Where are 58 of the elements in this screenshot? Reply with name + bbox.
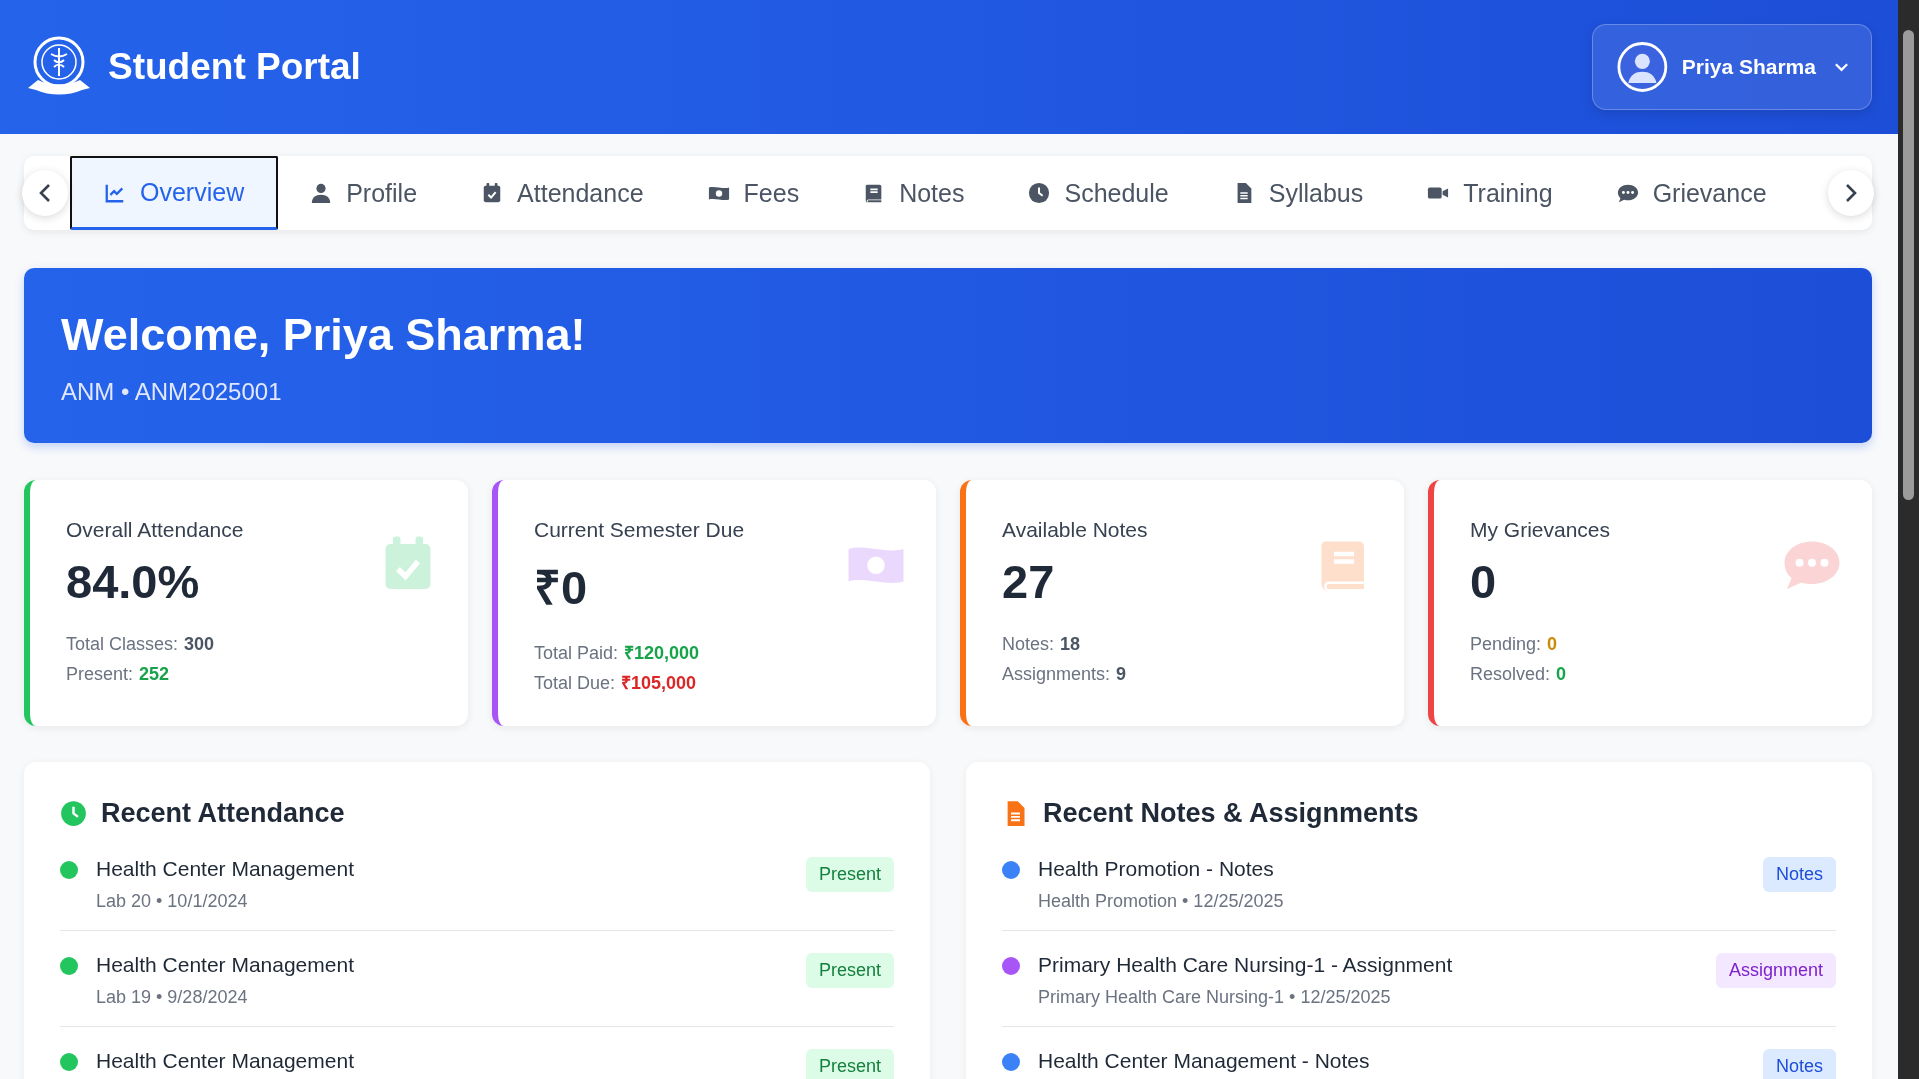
stat-detail: Present: 252 — [66, 663, 171, 686]
stat-detail: Pending: 0 — [1470, 633, 1559, 656]
note-detail: Primary Health Care Nursing-1 • 12/25/2025 — [1038, 987, 1392, 1008]
chevron-left-icon — [39, 183, 51, 203]
stat-value: ₹0 — [534, 560, 589, 616]
panel-title: Recent Notes & Assignments — [1043, 798, 1419, 829]
user-icon — [310, 182, 333, 204]
nav-tab[interactable]: Profile — [278, 156, 450, 230]
nav-tab[interactable]: Schedule — [996, 156, 1201, 230]
stat-value: 27 — [1002, 554, 1056, 609]
nav-tab[interactable]: Fees — [675, 156, 832, 230]
stat-value: 0 — [1470, 554, 1498, 609]
stat-detail: Total Classes: 300 — [66, 633, 216, 656]
scrollbar[interactable] — [1898, 0, 1919, 1079]
stat-detail: Assignments: 9 — [1002, 663, 1128, 686]
stat-title: Available Notes — [1002, 518, 1148, 542]
attendance-title: Health Center Management — [96, 953, 355, 977]
status-badge: Present — [805, 1049, 894, 1079]
stat-detail: Resolved: 0 — [1470, 663, 1568, 686]
note-title: Health Center Management - Notes — [1038, 1049, 1371, 1073]
type-badge: Notes — [1762, 1049, 1836, 1079]
nav-tab[interactable]: Grievance — [1584, 156, 1799, 230]
avatar-icon — [1617, 40, 1668, 94]
type-badge: Notes — [1762, 857, 1836, 892]
attendance-detail: Lab 20 • 10/1/2024 — [96, 891, 249, 912]
type-badge: Assignment — [1715, 953, 1836, 988]
stat-title: Current Semester Due — [534, 518, 745, 542]
clock-icon — [1028, 182, 1051, 204]
stat-detail: Total Due: ₹105,000 — [534, 672, 698, 695]
note-title: Health Promotion - Notes — [1038, 857, 1275, 881]
stat-detail: Total Paid: ₹120,000 — [534, 642, 701, 665]
stat-title: Overall Attendance — [66, 518, 244, 542]
nav-tab[interactable]: Syllabus — [1200, 156, 1396, 230]
stat-title: My Grievances — [1470, 518, 1611, 542]
welcome-subtitle: ANM • ANM2025001 — [61, 378, 283, 406]
note-detail: Health Promotion • 12/25/2025 — [1038, 891, 1285, 912]
chevron-down-icon — [1833, 62, 1849, 72]
nav-tab[interactable]: Attendance — [449, 156, 676, 230]
stat-value: 84.0% — [66, 554, 201, 609]
attendance-title: Health Center Management — [96, 1049, 355, 1073]
clock-icon — [60, 800, 87, 827]
status-badge: Present — [805, 857, 894, 892]
stat-detail: Notes: 18 — [1002, 633, 1082, 656]
attendance-detail: Lab 19 • 9/28/2024 — [96, 987, 249, 1008]
chat-bubble-icon — [1616, 182, 1639, 204]
portal-title: Student Portal — [108, 46, 361, 88]
panel-title: Recent Attendance — [101, 798, 345, 829]
welcome-title: Welcome, Priya Sharma! — [61, 308, 587, 362]
scroll-left-button[interactable] — [22, 170, 68, 216]
nav-tab[interactable]: Overview — [70, 156, 279, 230]
note-title: Primary Health Care Nursing-1 - Assignment — [1038, 953, 1454, 977]
status-badge: Present — [805, 953, 894, 988]
scroll-right-button[interactable] — [1828, 170, 1874, 216]
chevron-right-icon — [1845, 183, 1857, 203]
nav-tab[interactable]: Training — [1395, 156, 1585, 230]
nav-tab[interactable]: Notes — [831, 156, 997, 230]
user-menu-button[interactable]: Priya Sharma — [1592, 24, 1872, 110]
attendance-title: Health Center Management — [96, 857, 355, 881]
